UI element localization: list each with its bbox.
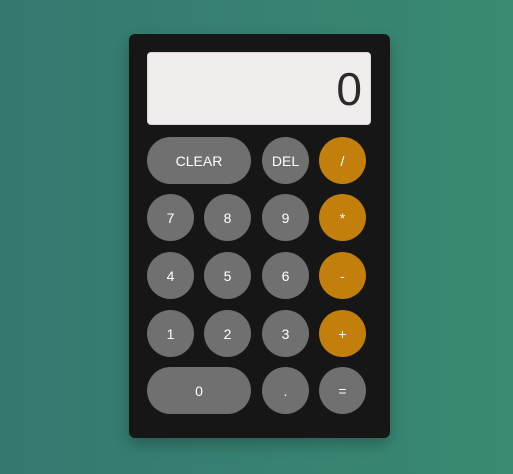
- digit-0-button[interactable]: 0: [147, 367, 251, 414]
- digit-9-button[interactable]: 9: [262, 194, 309, 241]
- calculator-display: 0: [147, 52, 371, 125]
- digit-8-button[interactable]: 8: [204, 194, 251, 241]
- multiply-button[interactable]: *: [319, 194, 366, 241]
- digit-2-button[interactable]: 2: [204, 310, 251, 357]
- digit-1-button[interactable]: 1: [147, 310, 194, 357]
- decimal-button[interactable]: .: [262, 367, 309, 414]
- digit-4-button[interactable]: 4: [147, 252, 194, 299]
- digit-5-button[interactable]: 5: [204, 252, 251, 299]
- delete-button[interactable]: DEL: [262, 137, 309, 184]
- subtract-button[interactable]: -: [319, 252, 366, 299]
- divide-button[interactable]: /: [319, 137, 366, 184]
- digit-3-button[interactable]: 3: [262, 310, 309, 357]
- display-value: 0: [336, 62, 362, 115]
- equals-button[interactable]: =: [319, 367, 366, 414]
- add-button[interactable]: +: [319, 310, 366, 357]
- digit-7-button[interactable]: 7: [147, 194, 194, 241]
- clear-button[interactable]: CLEAR: [147, 137, 251, 184]
- digit-6-button[interactable]: 6: [262, 252, 309, 299]
- calculator-panel: 0 CLEAR DEL / 7 8 9 * 4 5 6 - 1 2 3 + 0 …: [129, 34, 390, 438]
